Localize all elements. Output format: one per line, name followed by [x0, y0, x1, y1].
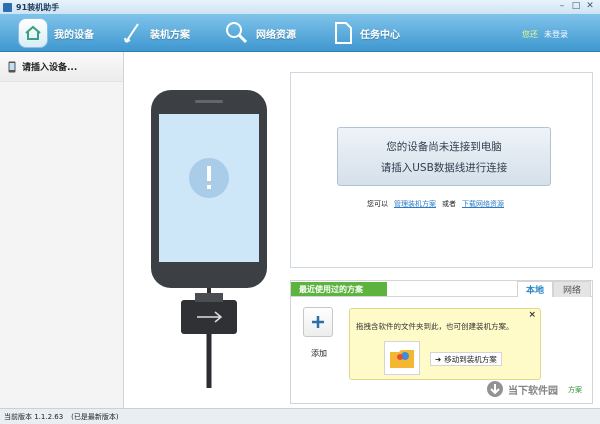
plans-corner-link[interactable]: 方案 [568, 385, 582, 395]
nav-label: 我的设备 [54, 29, 94, 41]
main-content: 您的设备尚未连接到电脑 请插入USB数据线进行连接 您可以 管理装机方案 或者 … [125, 52, 600, 408]
tab-network[interactable]: 网络 [553, 281, 591, 297]
connect-line-1: 您的设备尚未连接到电脑 [386, 140, 502, 153]
connection-panel: 您的设备尚未连接到电脑 请插入USB数据线进行连接 您可以 管理装机方案 或者 … [290, 72, 593, 268]
login-link[interactable]: 未登录 [544, 29, 568, 40]
arrow-right-icon: ➜ [435, 354, 442, 364]
window-controls: – □ ✕ [555, 1, 597, 12]
minimize-icon[interactable]: – [555, 1, 569, 12]
folder-icon [384, 341, 420, 375]
hint-prefix: 您可以 [367, 200, 388, 208]
connect-line-2: 请插入USB数据线进行连接 [380, 161, 508, 174]
nav-label: 任务中心 [360, 29, 400, 41]
document-icon [335, 22, 352, 44]
nav-task-center[interactable]: 任务中心 [332, 14, 400, 52]
app-icon [3, 2, 12, 12]
phone-icon [8, 61, 16, 72]
recent-plans-tab[interactable]: 最近使用过的方案 [291, 282, 387, 296]
download-logo-icon [487, 381, 503, 397]
title-bar: 91装机助手 – □ ✕ [0, 0, 600, 14]
home-icon [18, 18, 48, 48]
watermark-text: 当下软件园 [508, 385, 558, 397]
login-prompt: 您还 [522, 30, 538, 39]
watermark: 当下软件园 [486, 380, 558, 398]
tooltip-text: 拖拽含软件的文件夹到此，也可创建装机方案。 [356, 322, 514, 331]
main-toolbar: 我的设备 装机方案 网络资源 任务中心 您还 未登录 [0, 14, 600, 52]
status-bar: 当前版本 1.1.2.63 (已是最新版本) [0, 408, 600, 424]
window-title: 91装机助手 [16, 2, 60, 12]
maximize-icon[interactable]: □ [569, 1, 583, 12]
tab-local[interactable]: 本地 [517, 281, 553, 297]
connect-message: 您的设备尚未连接到电脑 请插入USB数据线进行连接 [337, 127, 551, 186]
nav-label: 网络资源 [256, 29, 296, 41]
drag-hint-tooltip: × 拖拽含软件的文件夹到此，也可创建装机方案。 ➜ 移动到装机方案 [349, 308, 541, 380]
connection-hint: 您可以 管理装机方案 或者 下载网络资源 [367, 199, 504, 209]
login-status: 您还 未登录 [522, 29, 568, 40]
add-label: 添加 [311, 349, 327, 358]
download-resources-link[interactable]: 下载网络资源 [462, 199, 504, 209]
plans-tabbar: 最近使用过的方案 本地 网络 [291, 281, 592, 297]
add-plan-button[interactable] [303, 307, 333, 337]
plus-icon [312, 316, 324, 328]
device-sidebar: 请插入设备... [0, 52, 124, 408]
sidebar-item-insert-device[interactable]: 请插入设备... [0, 52, 123, 82]
sidebar-item-label: 请插入设备... [22, 63, 78, 73]
nav-label: 装机方案 [150, 29, 190, 41]
nav-my-devices[interactable]: 我的设备 [18, 14, 94, 52]
move-label: 移动到装机方案 [444, 354, 497, 364]
manage-plans-link[interactable]: 管理装机方案 [394, 199, 436, 209]
nav-install-plans[interactable]: 装机方案 [120, 14, 190, 52]
nav-network-resources[interactable]: 网络资源 [224, 14, 296, 52]
close-icon[interactable]: ✕ [583, 1, 597, 12]
search-icon [226, 22, 248, 44]
tooltip-close-icon[interactable]: × [528, 310, 536, 320]
move-to-plan-button[interactable]: ➜ 移动到装机方案 [430, 352, 502, 366]
phone-illustration [151, 90, 267, 388]
hint-or: 或者 [442, 200, 456, 208]
version-note: (已是最新版本) [71, 412, 119, 421]
version-text: 当前版本 1.1.2.63 [4, 412, 64, 421]
pen-icon [124, 23, 139, 43]
